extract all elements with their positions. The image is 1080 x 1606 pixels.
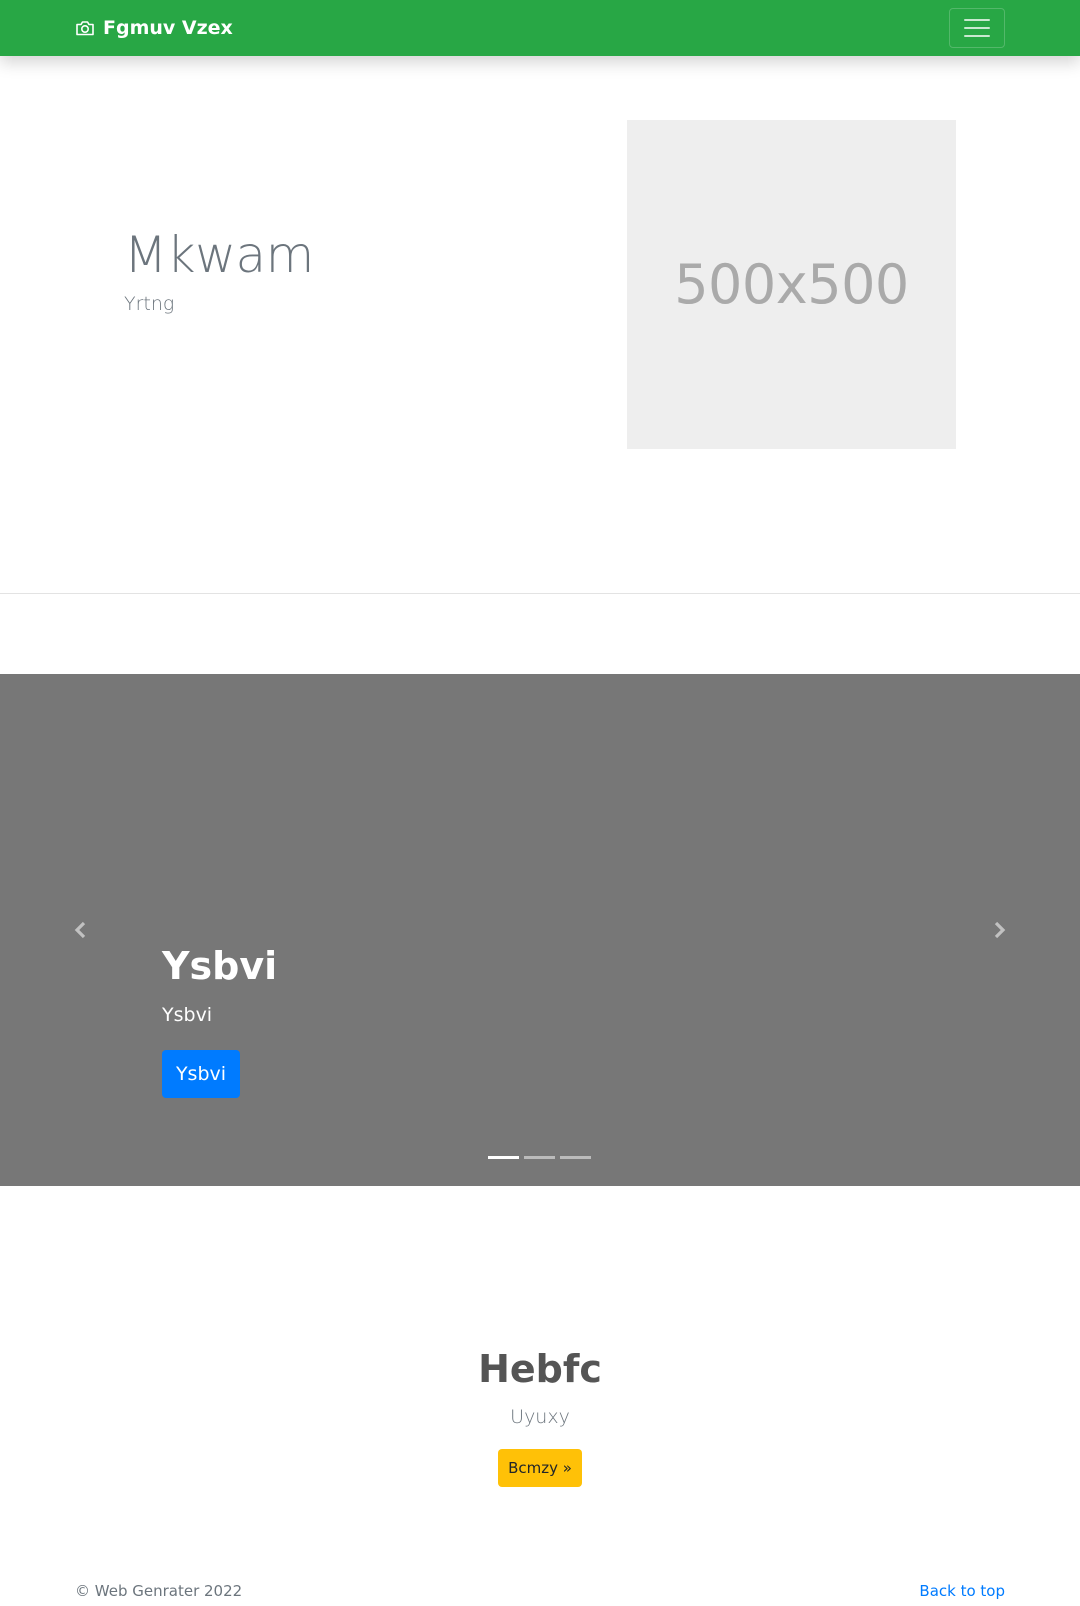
feature-subtitle: Uyuxy xyxy=(510,1406,570,1428)
camera-icon xyxy=(75,18,95,38)
feature-button[interactable]: Bcmzy » xyxy=(498,1449,582,1487)
hero-image-placeholder: 500x500 xyxy=(627,120,956,449)
carousel-caption-title: Ysbvi xyxy=(162,944,278,988)
carousel-caption-button[interactable]: Ysbvi xyxy=(162,1050,240,1098)
hero-title: Mkwam xyxy=(124,226,314,284)
carousel-indicators xyxy=(488,1156,591,1159)
carousel-indicator-1[interactable] xyxy=(488,1156,519,1159)
hamburger-icon-line xyxy=(964,27,990,29)
placeholder-text: 500x500 xyxy=(674,253,909,316)
carousel-caption-text: Ysbvi xyxy=(162,1004,213,1026)
chevron-right-icon xyxy=(994,921,1006,939)
carousel-indicator-2[interactable] xyxy=(524,1156,555,1159)
hero-subtitle: Yrtng xyxy=(124,293,175,315)
top-navbar: Fgmuv Vzex xyxy=(0,0,1080,56)
carousel-indicator-3[interactable] xyxy=(560,1156,591,1159)
back-to-top-link[interactable]: Back to top xyxy=(919,1582,1005,1600)
carousel-prev-button[interactable] xyxy=(0,674,160,1186)
navbar-toggler-button[interactable] xyxy=(949,8,1005,48)
carousel-next-button[interactable] xyxy=(920,674,1080,1186)
footer-copyright: © Web Genrater 2022 xyxy=(75,1582,243,1600)
hamburger-icon-line xyxy=(964,35,990,37)
feature-title: Hebfc xyxy=(478,1347,602,1391)
brand-name: Fgmuv Vzex xyxy=(103,17,233,39)
section-divider xyxy=(0,593,1080,594)
chevron-left-icon xyxy=(74,921,86,939)
hamburger-icon xyxy=(964,19,990,21)
brand-link[interactable]: Fgmuv Vzex xyxy=(75,15,233,41)
carousel: Ysbvi Ysbvi Ysbvi xyxy=(0,674,1080,1186)
